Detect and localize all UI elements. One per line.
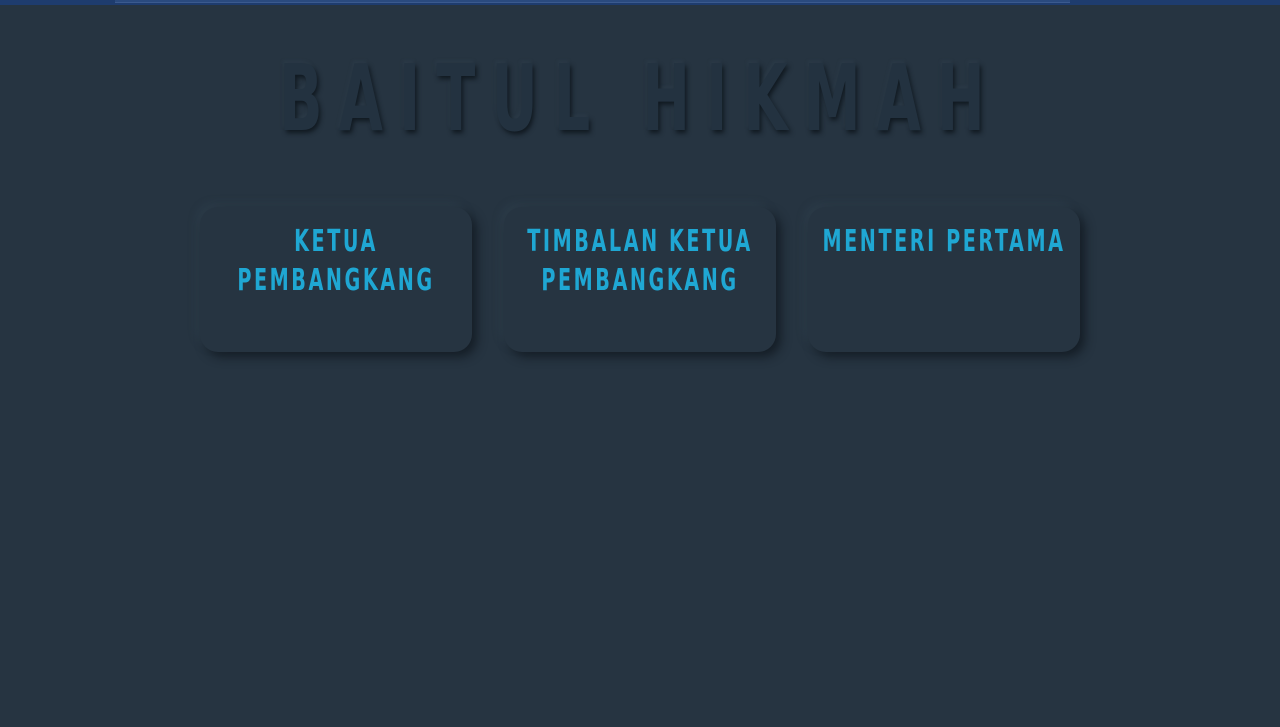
top-bar [0, 0, 1280, 5]
card-menteri-pertama[interactable]: MENTERI PERTAMA [808, 207, 1080, 352]
card-label: KETUA PEMBANGKANG [237, 224, 435, 298]
card-label: MENTERI PERTAMA [822, 224, 1066, 259]
card-ketua-pembangkang[interactable]: KETUA PEMBANGKANG [200, 207, 472, 352]
page-title: BAITUL HIKMAH [279, 45, 1001, 152]
top-bar-highlight [115, 0, 1070, 3]
card-label: TIMBALAN KETUA PEMBANGKANG [527, 224, 753, 298]
card-grid: KETUA PEMBANGKANG TIMBALAN KETUA PEMBANG… [200, 207, 1080, 352]
card-timbalan-ketua-pembangkang[interactable]: TIMBALAN KETUA PEMBANGKANG [504, 207, 776, 352]
